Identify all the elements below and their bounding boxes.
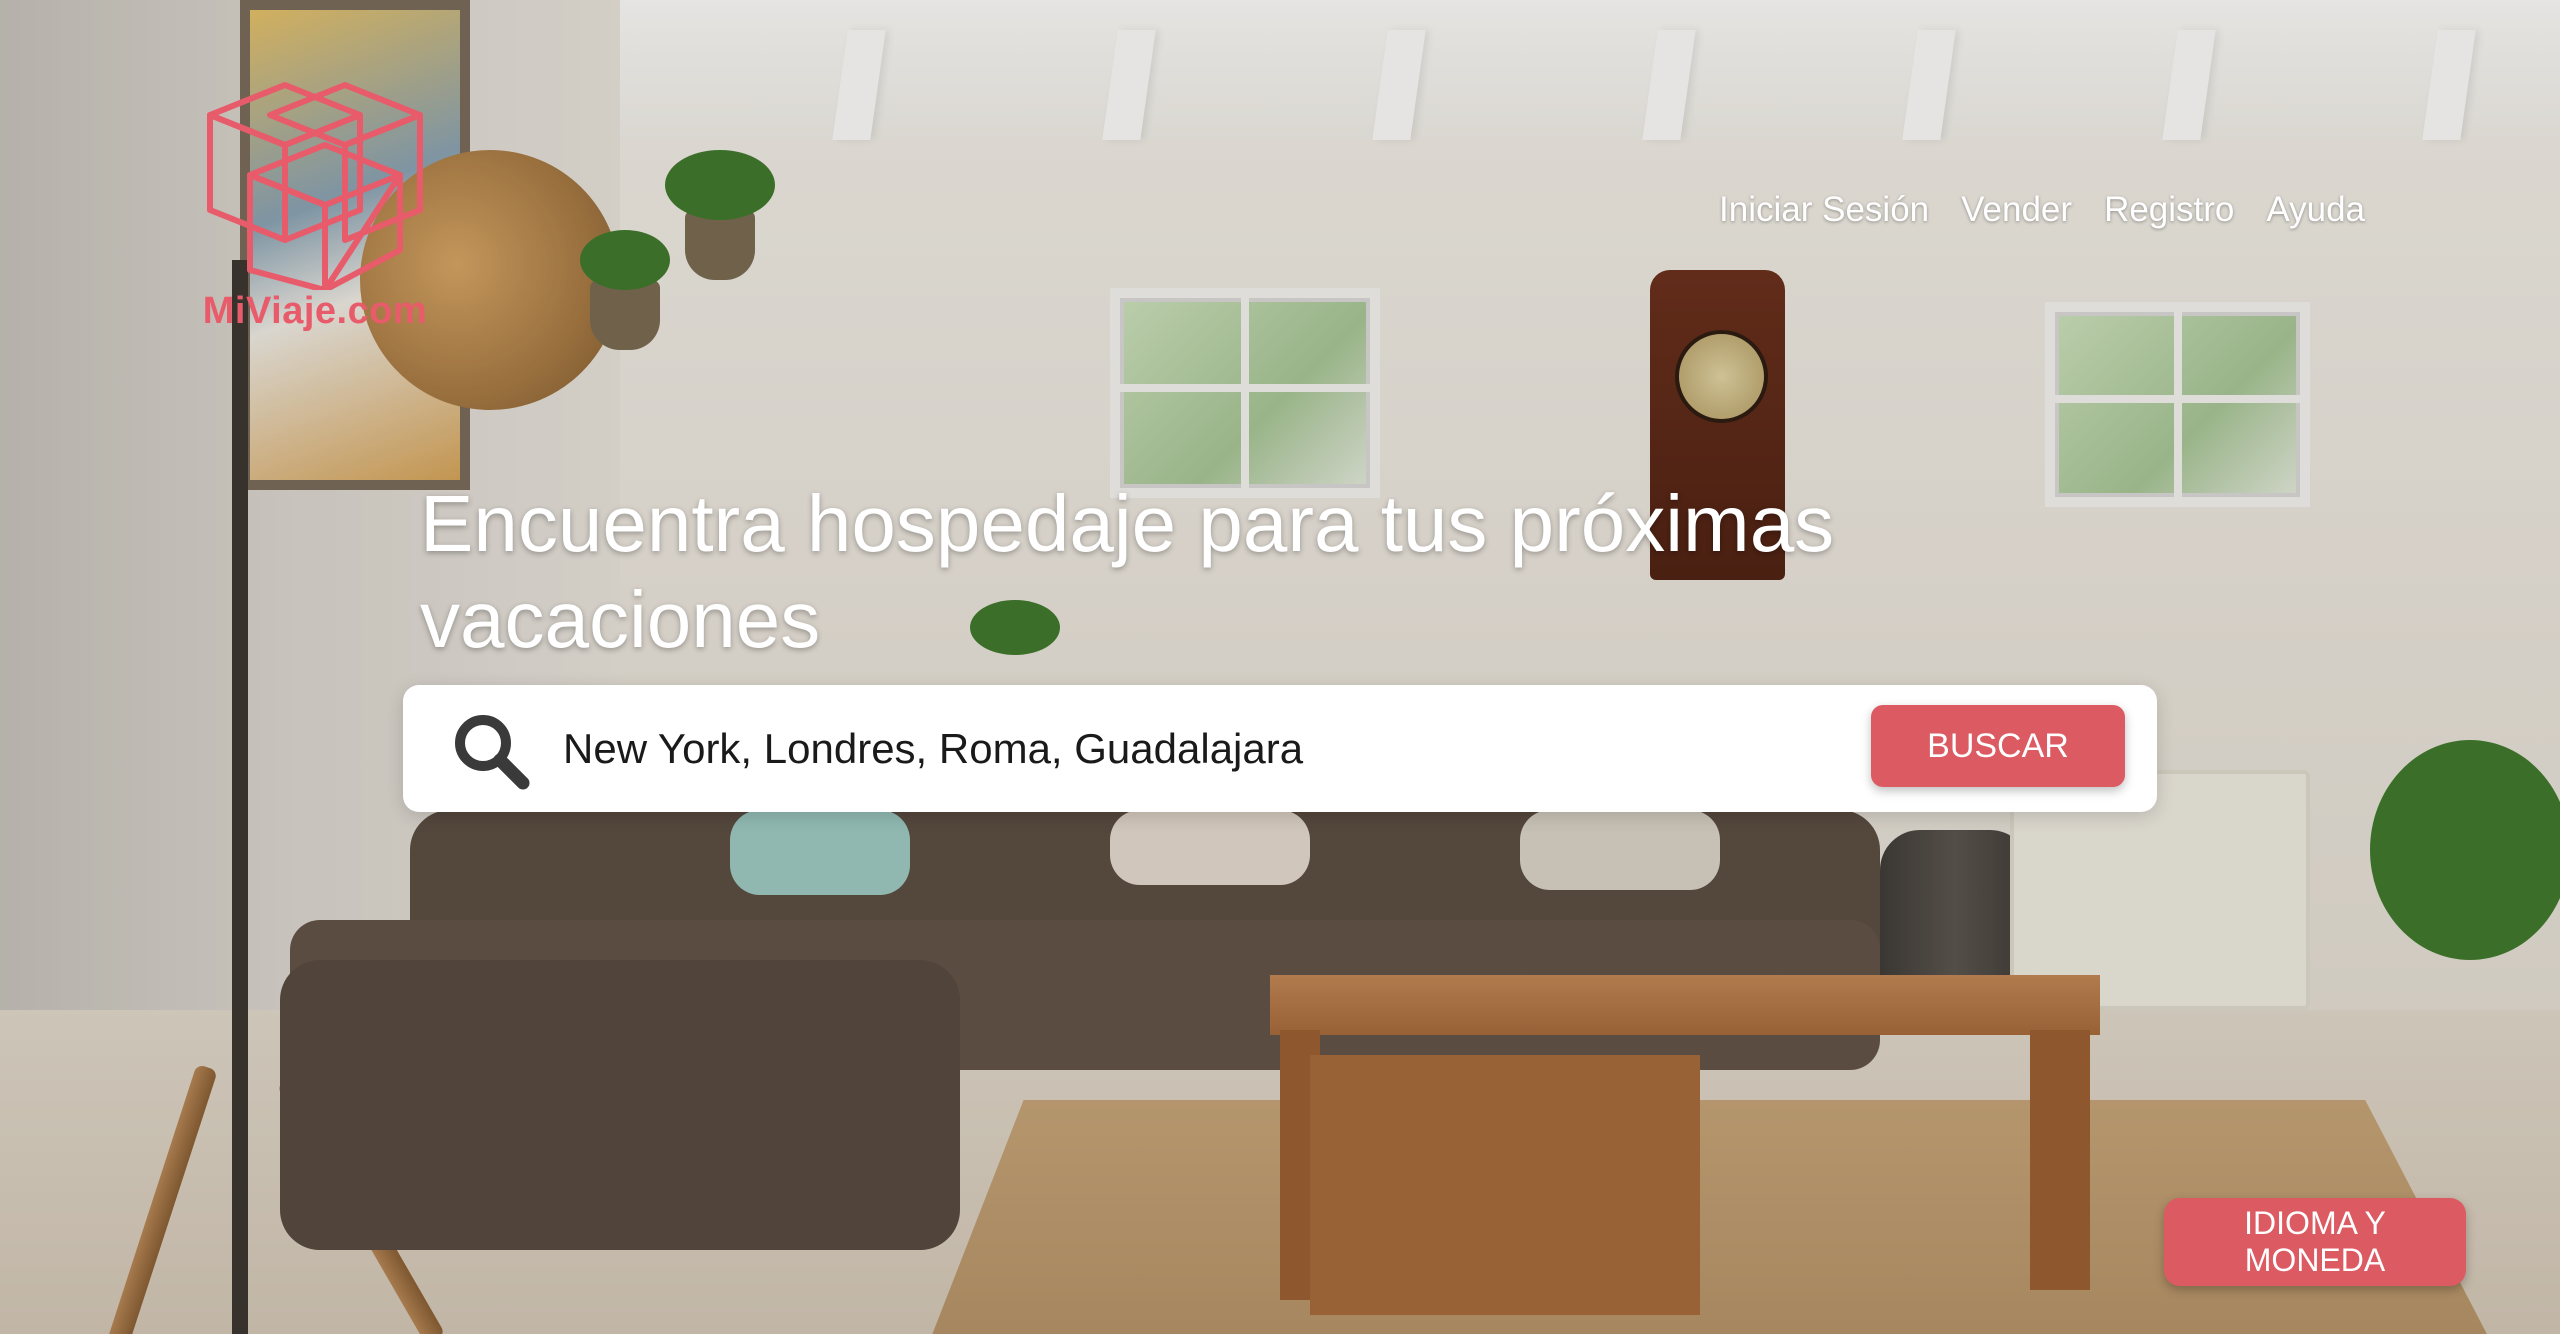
nav-login-link[interactable]: Iniciar Sesión bbox=[1719, 190, 1929, 230]
nav-help-link[interactable]: Ayuda bbox=[2266, 190, 2365, 230]
nav-sell-link[interactable]: Vender bbox=[1961, 190, 2072, 230]
cube-logo-icon bbox=[207, 82, 423, 293]
search-input[interactable] bbox=[563, 713, 1563, 785]
brand-name: MiViaje.com bbox=[202, 290, 428, 332]
hero-title: Encuentra hospedaje para tus próximas va… bbox=[420, 479, 1835, 664]
brand-logo[interactable]: MiViaje.com bbox=[190, 80, 440, 350]
language-currency-button[interactable]: IDIOMA Y MONEDA bbox=[2164, 1198, 2466, 1286]
nav-register-link[interactable]: Registro bbox=[2104, 190, 2234, 230]
top-nav: Iniciar Sesión Vender Registro Ayuda bbox=[1719, 190, 2365, 230]
search-button[interactable]: BUSCAR bbox=[1871, 705, 2125, 787]
search-icon[interactable] bbox=[451, 711, 531, 791]
search-bar: BUSCAR bbox=[403, 685, 2157, 812]
